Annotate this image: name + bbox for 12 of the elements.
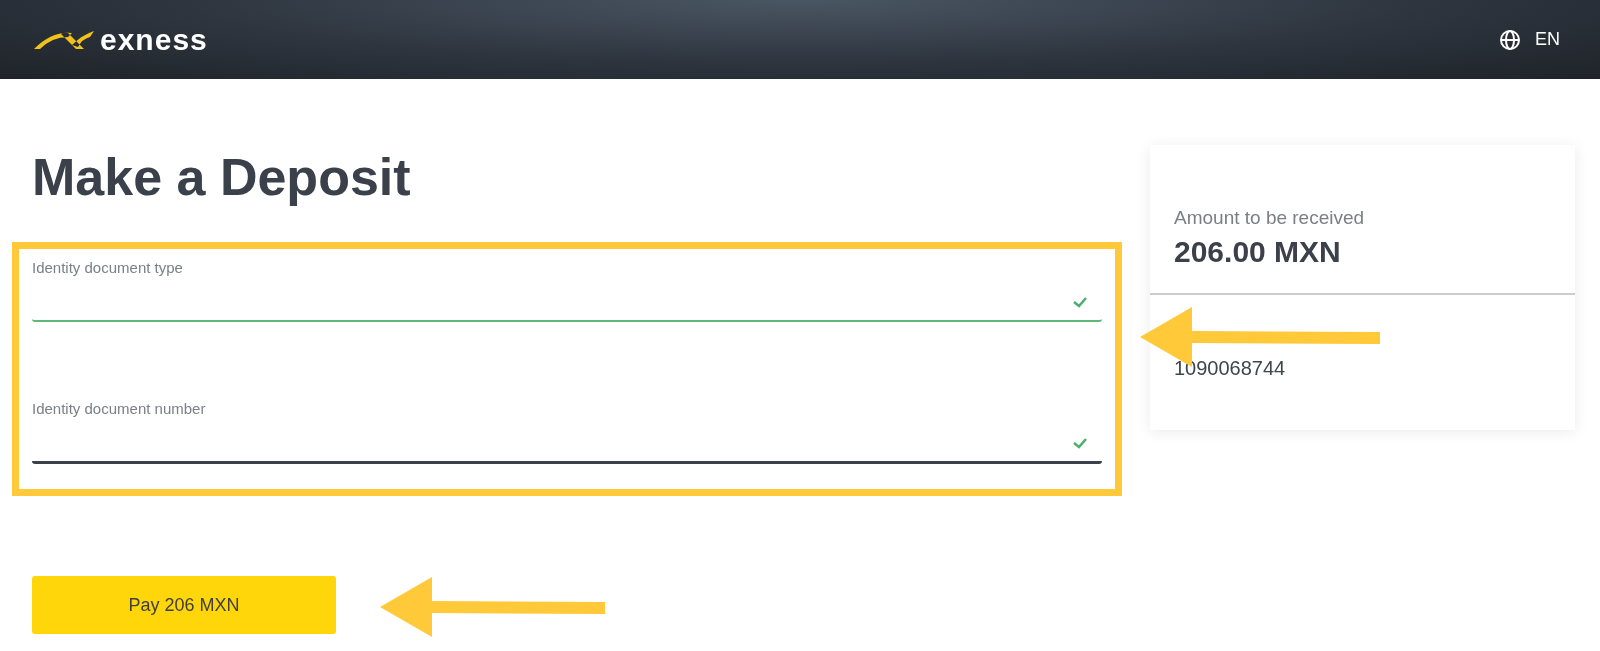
field-label: Identity document number xyxy=(32,400,207,417)
amount-value: 206.00 MXN xyxy=(1174,235,1342,269)
language-label[interactable]: EN xyxy=(1535,29,1560,50)
logo-icon xyxy=(32,28,96,51)
amount-label: Amount to be received xyxy=(1174,207,1366,229)
brand-name: exness xyxy=(100,22,208,57)
invoice-number: 1090068744 xyxy=(1174,357,1287,380)
check-icon xyxy=(1072,296,1088,308)
check-icon xyxy=(1072,437,1088,449)
pay-button[interactable]: Pay 206 MXN xyxy=(32,576,336,634)
globe-icon[interactable] xyxy=(1499,28,1521,51)
field-label: Identity document type xyxy=(32,259,184,276)
